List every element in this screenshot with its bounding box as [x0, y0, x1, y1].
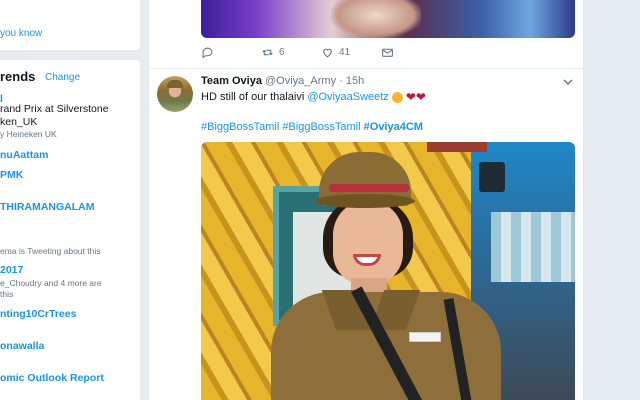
- trends-change-link[interactable]: Change: [45, 72, 80, 83]
- display-name[interactable]: Team Oviya: [201, 75, 262, 87]
- trend-item-name[interactable]: PMK: [0, 169, 23, 181]
- emoji-icon: [391, 91, 403, 103]
- mention-link[interactable]: @OviyaaSweetz: [307, 91, 388, 103]
- trend-item-meta: ema is Tweeting about this: [0, 246, 101, 256]
- trend-item-name[interactable]: nuAattam: [0, 149, 48, 161]
- who-to-follow-card: you know: [0, 0, 140, 50]
- trend-item-name[interactable]: THIRAMANGALAM: [0, 201, 95, 213]
- trend-item-name[interactable]: onawalla: [0, 340, 44, 352]
- trends-card: rends Change l rand Prix at Silverstone …: [0, 60, 140, 400]
- timeline: 6 41 Team Oviya @Oviya_Army · 15h HD sti…: [148, 0, 585, 400]
- user-handle[interactable]: @Oviya_Army: [265, 75, 336, 87]
- envelope-icon: [382, 48, 393, 57]
- tweet-header: Team Oviya @Oviya_Army · 15h: [201, 75, 364, 87]
- tweet-photo[interactable]: [201, 142, 575, 400]
- heart-icon: [323, 48, 332, 58]
- separator-dot: ·: [339, 75, 343, 87]
- like-count: 41: [339, 47, 351, 58]
- trend-item-meta: ken_UK: [0, 116, 38, 128]
- trends-title: rends: [0, 69, 36, 84]
- trend-item-promoted: y Heineken UK: [0, 129, 57, 139]
- tweet-timestamp[interactable]: 15h: [346, 75, 364, 87]
- right-gutter: [585, 0, 640, 400]
- tweet-hashtags: #BiggBossTamil #BiggBossTamil #Oviya4CM: [201, 121, 423, 133]
- trend-item-name[interactable]: nting10CrTrees: [0, 308, 76, 320]
- trend-item-name[interactable]: omic Outlook Report: [0, 372, 104, 384]
- trend-item-text[interactable]: rand Prix at Silverstone: [0, 103, 109, 115]
- retweet-count: 6: [279, 47, 285, 58]
- previous-tweet-media[interactable]: [201, 0, 575, 38]
- retweet-button[interactable]: 6: [261, 46, 285, 59]
- trend-item-name[interactable]: 2017: [0, 264, 23, 276]
- previous-tweet-actions: 6 41: [201, 46, 461, 62]
- tweet-body-text: HD still of our thalaivi: [201, 91, 305, 103]
- retweet-icon: [262, 49, 273, 56]
- direct-message-button[interactable]: [381, 46, 394, 59]
- who-to-follow-link[interactable]: you know: [0, 28, 42, 39]
- hashtag-links[interactable]: #BiggBossTamil #BiggBossTamil: [201, 121, 361, 133]
- reply-button[interactable]: [201, 46, 214, 59]
- heart-emoji: ❤❤: [405, 89, 426, 104]
- trend-item-meta: e_Choudry and 4 more are: [0, 278, 102, 288]
- reply-icon: [202, 47, 213, 59]
- avatar[interactable]: [157, 76, 193, 112]
- like-button[interactable]: 41: [321, 46, 350, 59]
- trend-item-meta: this: [0, 289, 14, 299]
- left-sidebar: you know rends Change l rand Prix at Sil…: [0, 0, 140, 400]
- chevron-down-icon[interactable]: [563, 78, 573, 86]
- tweet-divider: [149, 68, 585, 69]
- tweet-text: HD still of our thalaivi @OviyaaSweetz ❤…: [201, 89, 426, 104]
- hashtag-link[interactable]: #Oviya4CM: [364, 121, 423, 133]
